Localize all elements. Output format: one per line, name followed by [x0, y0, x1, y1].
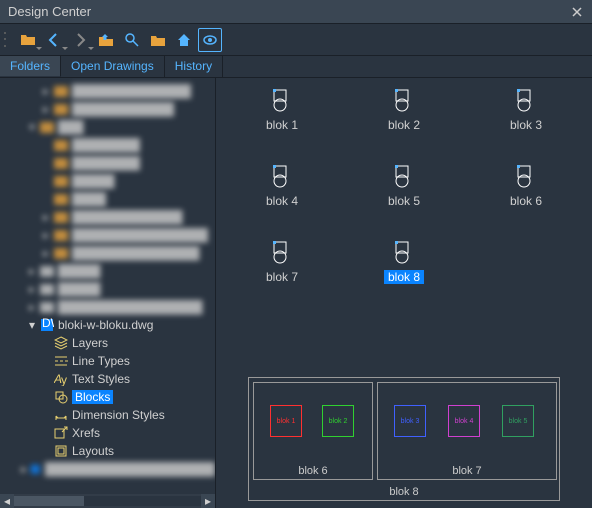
- preview-sq-2: blok 2: [322, 405, 354, 437]
- block-thumb-icon: [268, 164, 296, 188]
- block-item[interactable]: blok 4: [224, 164, 340, 234]
- toolbar-grip[interactable]: [4, 30, 10, 50]
- tree-hscrollbar[interactable]: ◂ ▸: [0, 494, 215, 508]
- tab-history[interactable]: History: [165, 56, 223, 77]
- preview-button[interactable]: [198, 28, 222, 52]
- tree-file-row[interactable]: ▾ DWG bloki-w-bloku.dwg: [0, 316, 215, 334]
- titlebar: Design Center: [0, 0, 592, 24]
- preview-block-6: blok 6 blok 1 blok 2: [253, 382, 373, 480]
- tree-file-label: bloki-w-bloku.dwg: [58, 318, 153, 332]
- block-item[interactable]: blok 1: [224, 88, 340, 158]
- dwg-icon: DWG: [40, 318, 54, 332]
- toolbar: [0, 24, 592, 56]
- scroll-track[interactable]: [14, 496, 201, 506]
- xrefs-icon: [54, 426, 68, 440]
- tab-bar: Folders Open Drawings History: [0, 56, 592, 78]
- tree-item-linetypes[interactable]: Line Types: [0, 352, 215, 370]
- folder-tree[interactable]: ▸██████████████ ▸████████████ ▾███ █████…: [0, 78, 215, 486]
- preview-block-8: blok 8 blok 6 blok 1 blok 2 blok 7 blok …: [248, 377, 560, 501]
- svg-text:y: y: [61, 373, 67, 386]
- preview-panel: blok 8 blok 6 blok 1 blok 2 blok 7 blok …: [216, 370, 592, 508]
- load-button[interactable]: [16, 28, 40, 52]
- preview-block-7: blok 7 blok 3 blok 4 blok 5: [377, 382, 557, 480]
- scroll-left-icon[interactable]: ◂: [0, 494, 14, 508]
- block-item[interactable]: blok 5: [346, 164, 462, 234]
- folder-tree-panel: ▸██████████████ ▸████████████ ▾███ █████…: [0, 78, 216, 508]
- block-item[interactable]: blok 3: [468, 88, 584, 158]
- block-thumb-icon: [390, 88, 418, 112]
- search-button[interactable]: [120, 28, 144, 52]
- tree-item-layers[interactable]: Layers: [0, 334, 215, 352]
- blocks-icon: [54, 390, 68, 404]
- layers-icon: [54, 336, 68, 350]
- forward-button[interactable]: [68, 28, 92, 52]
- tab-open-drawings[interactable]: Open Drawings: [61, 56, 165, 77]
- tree-item-dimstyles[interactable]: Dimension Styles: [0, 406, 215, 424]
- preview-label-outer: blok 8: [389, 486, 418, 498]
- back-button[interactable]: [42, 28, 66, 52]
- preview-label-g7: blok 7: [452, 465, 481, 477]
- preview-sq-5: blok 5: [502, 405, 534, 437]
- block-item[interactable]: blok 8: [346, 240, 462, 310]
- tree-item-textstyles[interactable]: AyText Styles: [0, 370, 215, 388]
- collapse-icon[interactable]: ▾: [26, 319, 38, 331]
- svg-text:DWG: DWG: [42, 318, 54, 330]
- block-item[interactable]: blok 6: [468, 164, 584, 234]
- tree-item-layouts[interactable]: Layouts: [0, 442, 215, 460]
- dimstyles-icon: [54, 408, 68, 422]
- preview-label-g6: blok 6: [298, 465, 327, 477]
- preview-sq-4: blok 4: [448, 405, 480, 437]
- content-panel: blok 1 blok 2 blok 3 blok 4 blok 5 blok …: [216, 78, 592, 508]
- block-thumb-icon: [390, 240, 418, 264]
- scroll-thumb[interactable]: [14, 496, 84, 506]
- preview-sq-3: blok 3: [394, 405, 426, 437]
- close-button[interactable]: [570, 5, 584, 19]
- favorites-button[interactable]: [146, 28, 170, 52]
- textstyles-icon: Ay: [54, 372, 68, 386]
- block-thumb-icon: [512, 88, 540, 112]
- window-title: Design Center: [8, 4, 570, 19]
- block-thumb-icon: [512, 164, 540, 188]
- block-item[interactable]: blok 7: [224, 240, 340, 310]
- block-thumb-icon: [268, 88, 296, 112]
- home-button[interactable]: [172, 28, 196, 52]
- scroll-right-icon[interactable]: ▸: [201, 494, 215, 508]
- linetypes-icon: [54, 354, 68, 368]
- main-area: ▸██████████████ ▸████████████ ▾███ █████…: [0, 78, 592, 508]
- tree-item-blocks[interactable]: Blocks: [0, 388, 215, 406]
- block-thumb-icon: [390, 164, 418, 188]
- block-thumb-icon: [268, 240, 296, 264]
- block-item[interactable]: blok 2: [346, 88, 462, 158]
- tree-item-xrefs[interactable]: Xrefs: [0, 424, 215, 442]
- layouts-icon: [54, 444, 68, 458]
- block-grid: blok 1 blok 2 blok 3 blok 4 blok 5 blok …: [216, 78, 592, 370]
- up-button[interactable]: [94, 28, 118, 52]
- tab-folders[interactable]: Folders: [0, 56, 61, 77]
- preview-sq-1: blok 1: [270, 405, 302, 437]
